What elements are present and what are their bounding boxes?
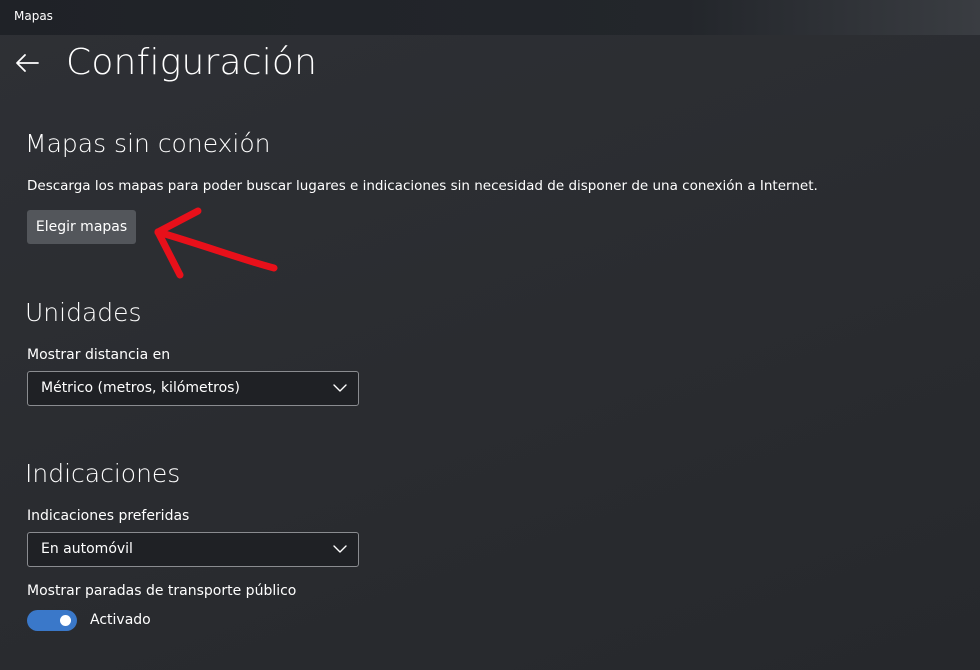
back-button[interactable]	[12, 48, 42, 78]
back-arrow-icon	[16, 54, 39, 72]
transit-stops-toggle[interactable]	[27, 610, 77, 631]
preferred-directions-value: En automóvil	[41, 541, 133, 557]
choose-maps-button-label: Elegir mapas	[35, 219, 128, 235]
settings-window: Mapas Configuración Mapas sin conexión D…	[0, 0, 980, 670]
chevron-down-icon	[333, 384, 347, 392]
section-title-offline-maps: Mapas sin conexión	[25, 129, 271, 158]
preferred-directions-dropdown[interactable]: En automóvil	[27, 532, 359, 567]
transit-toggle-state: Activado	[90, 612, 151, 628]
app-title: Mapas	[14, 9, 53, 23]
transit-stops-label: Mostrar paradas de transporte público	[27, 583, 297, 599]
section-title-directions: Indicaciones	[25, 459, 181, 488]
title-bar: Mapas	[0, 0, 980, 35]
preferred-directions-label: Indicaciones preferidas	[27, 508, 190, 524]
red-arrow-annotation-icon	[154, 207, 278, 279]
chevron-down-icon	[333, 545, 347, 553]
section-title-units: Unidades	[25, 298, 142, 327]
distance-units-value: Métrico (metros, kilómetros)	[41, 380, 240, 396]
page-title: Configuración	[66, 42, 318, 83]
choose-maps-button[interactable]: Elegir mapas	[27, 210, 136, 244]
toggle-knob	[60, 615, 71, 626]
distance-units-dropdown[interactable]: Métrico (metros, kilómetros)	[27, 371, 359, 406]
offline-maps-description: Descarga los mapas para poder buscar lug…	[27, 178, 818, 194]
distance-label: Mostrar distancia en	[27, 347, 171, 363]
